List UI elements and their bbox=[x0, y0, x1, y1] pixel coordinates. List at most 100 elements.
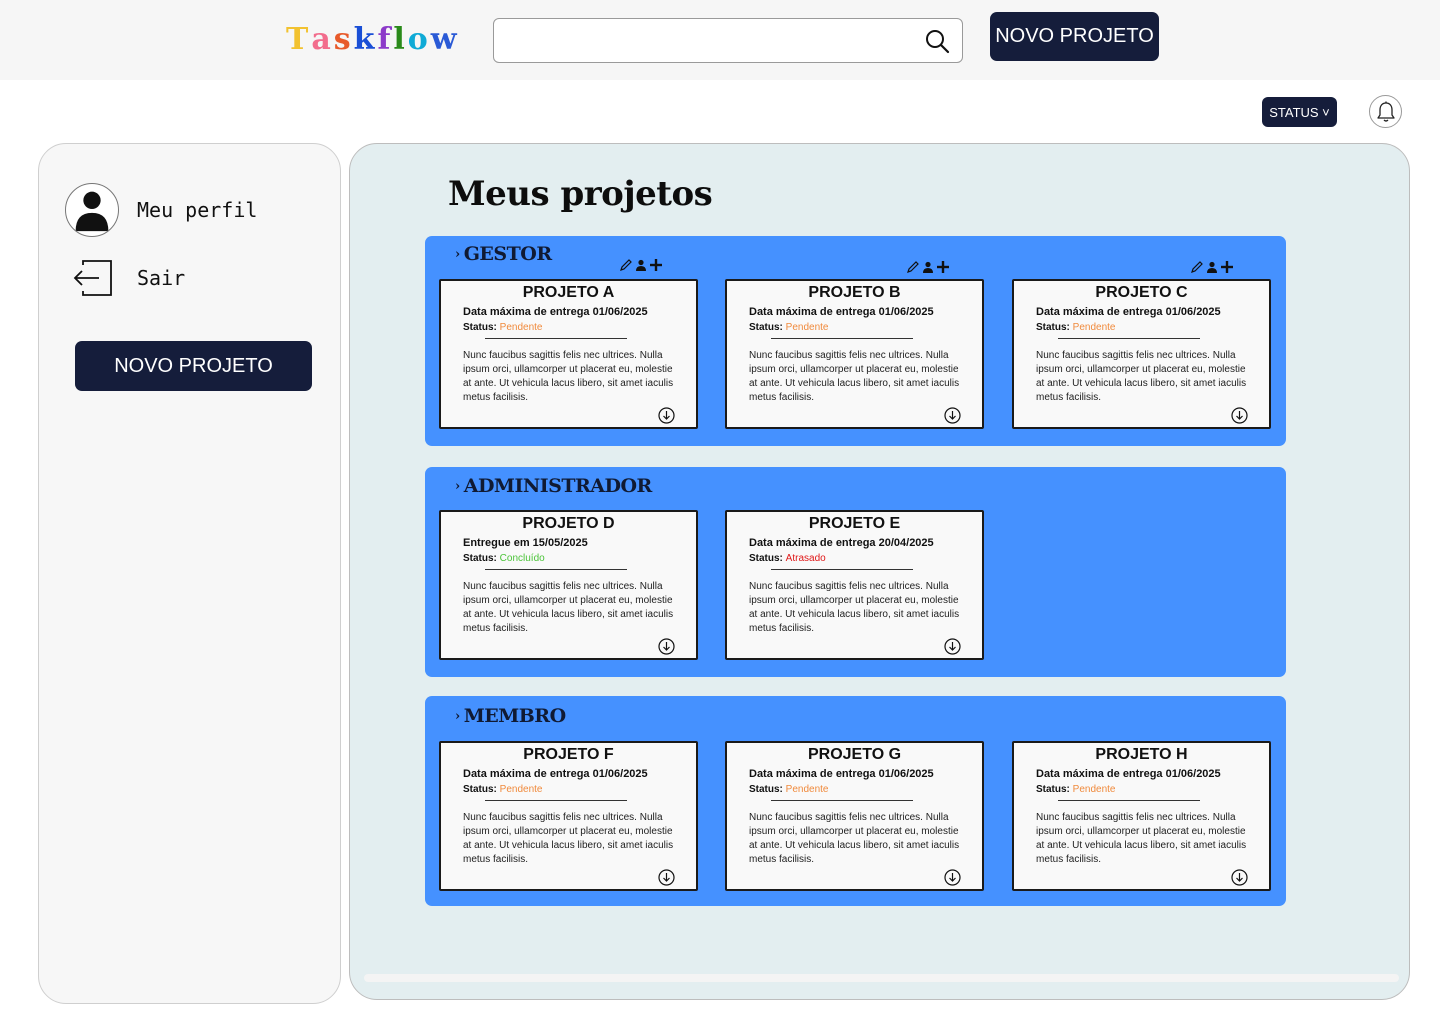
divider bbox=[485, 338, 627, 339]
divider bbox=[1058, 800, 1200, 801]
project-title: PROJETO C bbox=[1095, 284, 1188, 301]
search-input[interactable] bbox=[506, 27, 906, 55]
project-description: Nunc faucibus sagittis felis nec ultrice… bbox=[749, 812, 960, 865]
divider bbox=[771, 800, 913, 801]
section-membro: › MEMBRO PROJETO F Data máxima de entrega… bbox=[425, 696, 1286, 906]
project-deadline: Data máxima de entrega 01/06/2025 bbox=[463, 306, 648, 318]
page-title: Meus projetos bbox=[448, 174, 713, 214]
download-icon[interactable] bbox=[944, 638, 961, 655]
chevron-right-icon: › bbox=[455, 246, 460, 262]
status-value: Atrasado bbox=[785, 553, 826, 564]
logout-link[interactable]: Sair bbox=[65, 259, 185, 297]
logo-letter: T bbox=[286, 22, 312, 57]
sidebar: Meu perfil Sair NOVO PROJETO bbox=[38, 143, 341, 1004]
bell-icon bbox=[1376, 101, 1395, 122]
status-label: Status: bbox=[1036, 322, 1073, 333]
logo-letter: a bbox=[311, 22, 334, 57]
logo-letter: k bbox=[353, 22, 378, 57]
divider bbox=[1058, 338, 1200, 339]
card-actions bbox=[619, 258, 663, 272]
status-value: Pendente bbox=[785, 322, 829, 333]
user-icon bbox=[75, 191, 109, 232]
project-deadline: Data máxima de entrega 01/06/2025 bbox=[1036, 306, 1221, 318]
project-card[interactable]: PROJETO E Data máxima de entrega 20/04/2… bbox=[725, 510, 984, 660]
download-icon[interactable] bbox=[1231, 407, 1248, 424]
user-icon bbox=[636, 259, 646, 271]
add-member-icon[interactable] bbox=[649, 258, 663, 272]
divider bbox=[485, 569, 627, 570]
project-deadline: Data máxima de entrega 20/04/2025 bbox=[749, 537, 934, 549]
logo-letter: o bbox=[407, 22, 431, 57]
status-filter-button[interactable]: STATUS ˅ bbox=[1262, 97, 1337, 127]
notifications-button[interactable] bbox=[1369, 95, 1402, 128]
download-icon[interactable] bbox=[658, 869, 675, 886]
sidebar-new-project-button[interactable]: NOVO PROJETO bbox=[75, 341, 312, 391]
status-label: Status: bbox=[463, 553, 500, 564]
status-label: Status: bbox=[1036, 784, 1073, 795]
download-icon[interactable] bbox=[658, 638, 675, 655]
status-label: Status: bbox=[749, 784, 786, 795]
project-description: Nunc faucibus sagittis felis nec ultrice… bbox=[463, 581, 674, 634]
project-card[interactable]: PROJETO G Data máxima de entrega 01/06/2… bbox=[725, 741, 984, 891]
project-deadline: Data máxima de entrega 01/06/2025 bbox=[749, 768, 934, 780]
status-label: Status: bbox=[749, 553, 786, 564]
taskflow-logo[interactable]: Taskflow bbox=[286, 22, 460, 57]
project-status: Status: Atrasado bbox=[749, 553, 826, 564]
project-description: Nunc faucibus sagittis felis nec ultrice… bbox=[463, 812, 674, 865]
project-description: Nunc faucibus sagittis felis nec ultrice… bbox=[749, 581, 960, 634]
project-title: PROJETO E bbox=[808, 515, 901, 532]
horizontal-scrollbar[interactable] bbox=[364, 974, 1399, 982]
profile-link[interactable]: Meu perfil bbox=[65, 183, 257, 237]
project-card[interactable]: PROJETO C Data máxima de entrega 01/06/2… bbox=[1012, 279, 1271, 429]
projects-panel: Meus projetos › GESTOR PROJETO A Data máx… bbox=[349, 143, 1410, 1000]
project-card[interactable]: PROJETO A Data máxima de entrega 01/06/2… bbox=[439, 279, 698, 429]
status-value: Pendente bbox=[1072, 784, 1116, 795]
logout-label: Sair bbox=[137, 266, 186, 290]
user-icon bbox=[923, 261, 933, 273]
section-title[interactable]: › ADMINISTRADOR bbox=[455, 475, 652, 497]
project-status: Status: Concluído bbox=[463, 553, 545, 564]
project-card[interactable]: PROJETO F Data máxima de entrega 01/06/2… bbox=[439, 741, 698, 891]
new-project-button[interactable]: NOVO PROJETO bbox=[990, 12, 1159, 61]
project-card[interactable]: PROJETO D Entregue em 15/05/2025 Status:… bbox=[439, 510, 698, 660]
search-icon[interactable] bbox=[924, 28, 950, 54]
project-card[interactable]: PROJETO B Data máxima de entrega 01/06/2… bbox=[725, 279, 984, 429]
status-label: Status: bbox=[749, 322, 786, 333]
project-status: Status: Pendente bbox=[463, 784, 543, 795]
project-card[interactable]: PROJETO H Data máxima de entrega 01/06/2… bbox=[1012, 741, 1271, 891]
project-deadline: Entregue em 15/05/2025 bbox=[463, 537, 588, 549]
project-status: Status: Pendente bbox=[749, 322, 829, 333]
edit-icon[interactable] bbox=[906, 260, 920, 274]
download-icon[interactable] bbox=[1231, 869, 1248, 886]
project-description: Nunc faucibus sagittis felis nec ultrice… bbox=[1036, 350, 1247, 403]
section-title[interactable]: › GESTOR bbox=[455, 243, 552, 265]
download-icon[interactable] bbox=[944, 869, 961, 886]
status-value: Pendente bbox=[499, 784, 543, 795]
section-administrador: › ADMINISTRADOR PROJETO D Entregue em 15/… bbox=[425, 467, 1286, 677]
add-member-icon[interactable] bbox=[1220, 260, 1234, 274]
project-status: Status: Pendente bbox=[1036, 784, 1116, 795]
status-label: Status: bbox=[463, 784, 500, 795]
section-title[interactable]: › MEMBRO bbox=[455, 705, 566, 727]
download-icon[interactable] bbox=[944, 407, 961, 424]
user-icon bbox=[1207, 261, 1217, 273]
project-deadline: Data máxima de entrega 01/06/2025 bbox=[749, 306, 934, 318]
add-member-icon[interactable] bbox=[936, 260, 950, 274]
section-title-text: ADMINISTRADOR bbox=[463, 475, 653, 497]
avatar bbox=[65, 183, 119, 237]
download-icon[interactable] bbox=[658, 407, 675, 424]
logout-icon bbox=[73, 260, 112, 296]
project-status: Status: Pendente bbox=[1036, 322, 1116, 333]
project-title: PROJETO B bbox=[808, 284, 901, 301]
divider bbox=[485, 800, 627, 801]
edit-icon[interactable] bbox=[619, 258, 633, 272]
search-box bbox=[493, 18, 963, 63]
project-description: Nunc faucibus sagittis felis nec ultrice… bbox=[749, 350, 960, 403]
project-description: Nunc faucibus sagittis felis nec ultrice… bbox=[463, 350, 674, 403]
project-deadline: Data máxima de entrega 01/06/2025 bbox=[1036, 768, 1221, 780]
project-title: PROJETO D bbox=[522, 515, 615, 532]
edit-icon[interactable] bbox=[1190, 260, 1204, 274]
chevron-right-icon: › bbox=[455, 708, 460, 724]
project-title: PROJETO F bbox=[523, 746, 614, 763]
status-value: Concluído bbox=[499, 553, 545, 564]
